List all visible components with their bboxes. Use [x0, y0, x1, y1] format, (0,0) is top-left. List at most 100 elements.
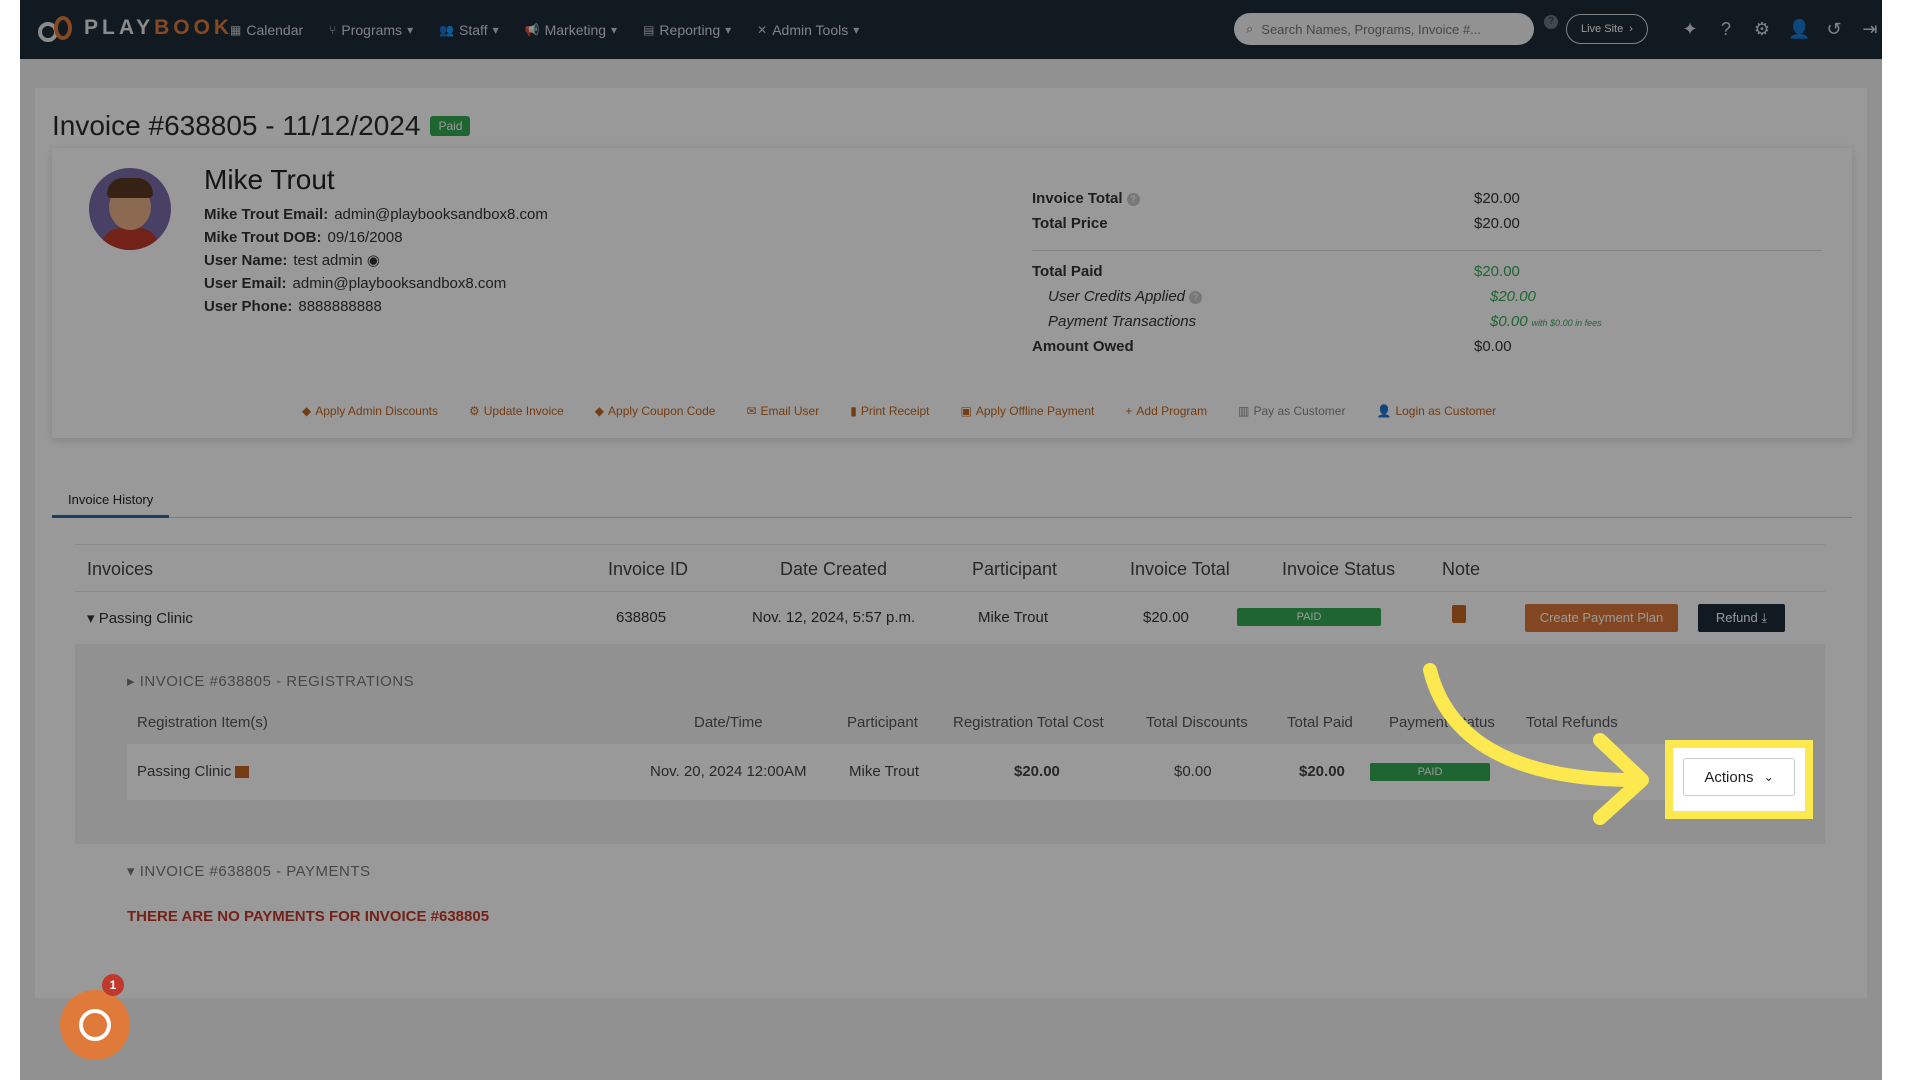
pay-as-customer-link[interactable]: ▥ Pay as Customer [1238, 404, 1345, 418]
tools-icon: ✕ [757, 22, 768, 37]
logo-text-play: PLAY [84, 16, 155, 39]
megaphone-icon: 📢 [524, 22, 540, 37]
detail-user-email: User Email: admin@playbooksandbox8.com [204, 275, 507, 292]
nav-marketing[interactable]: 📢 Marketing ▾ [525, 22, 617, 38]
refund-button[interactable]: Refund ⤓ [1698, 604, 1785, 632]
email-user-link[interactable]: ✉ Email User [746, 404, 819, 418]
calendar-icon: ▦ [230, 22, 242, 37]
chevron-down-icon: ⌄ [1763, 770, 1774, 784]
highlight-box: Actions ⌄ [1665, 740, 1813, 819]
col-date-time: Date/Time [694, 714, 763, 731]
detail-username: User Name: test admin ◉ [204, 252, 380, 269]
invoice-actions: ◆ Apply Admin Discounts ⚙ Update Invoice ◆… [302, 404, 1496, 418]
total-paid-row: Total Paid $20.00 [1032, 263, 1520, 280]
reg-discounts: $0.00 [1174, 763, 1212, 780]
chat-bubble-icon [79, 1009, 111, 1041]
apply-coupon-link[interactable]: ◆ Apply Coupon Code [595, 404, 716, 418]
col-date-created: Date Created [780, 559, 888, 579]
info-icon[interactable]: ? [1126, 192, 1140, 206]
chevron-down-icon: ▾ [611, 22, 618, 37]
invoice-table-header: Invoices Invoice ID Date Created Partici… [75, 544, 1825, 592]
live-site-button[interactable]: Live Site › [1566, 14, 1648, 44]
notification-badge: 1 [102, 974, 124, 996]
nav-admin-tools[interactable]: ✕ Admin Tools ▾ [757, 22, 859, 38]
col-invoice-status: Invoice Status [1282, 559, 1396, 579]
logo-text-book: BOOK [154, 16, 234, 39]
nav-reporting[interactable]: ▤ Reporting ▾ [643, 22, 731, 38]
credits-row: User Credits Applied? $20.00 [1048, 288, 1536, 305]
update-invoice-link[interactable]: ⚙ Update Invoice [469, 404, 564, 418]
registrations-toggle[interactable]: ▸ INVOICE #638805 - REGISTRATIONS [127, 672, 414, 690]
nav-calendar[interactable]: ▦ Calendar [230, 22, 303, 38]
gear-icon[interactable]: ⚙ [1752, 19, 1772, 40]
envelope-icon: ✉ [746, 404, 757, 418]
reg-item: Passing Clinic [137, 763, 250, 780]
top-navigation: PLAYBOOK ▦ Calendar ⑂ Programs ▾ 👥 Staff ▾ 📢 M… [20, 0, 1882, 59]
nav-programs[interactable]: ⑂ Programs ▾ [329, 22, 413, 38]
row-total: $20.00 [1143, 609, 1189, 626]
no-payments-message: THERE ARE NO PAYMENTS FOR INVOICE #63880… [127, 908, 490, 925]
chevron-down-icon: ▾ [725, 22, 732, 37]
reg-datetime: Nov. 20, 2024 12:00AM [650, 763, 807, 780]
tab-invoice-history[interactable]: Invoice History [52, 486, 170, 518]
row-date: Nov. 12, 2024, 5:57 p.m. [752, 609, 916, 626]
col-reg-participant: Participant [847, 714, 918, 731]
clipboard-icon[interactable] [1452, 605, 1466, 623]
add-program-link[interactable]: + Add Program [1125, 404, 1207, 418]
reg-participant: Mike Trout [849, 763, 920, 780]
login-as-customer-link[interactable]: 👤 Login as Customer [1376, 404, 1496, 418]
status-badge: Paid [430, 116, 471, 136]
page-title: Invoice #638805 - 11/12/2024 Paid [52, 110, 471, 142]
playbook-logo[interactable]: PLAYBOOK [36, 12, 233, 44]
chevron-down-icon: ▾ [853, 22, 860, 37]
col-note: Note [1442, 559, 1481, 579]
search-input[interactable] [1261, 21, 1512, 37]
chevron-right-icon: › [1629, 23, 1633, 35]
detail-phone: User Phone: 8888888888 [204, 298, 382, 315]
help-icon[interactable]: ? [1716, 19, 1736, 40]
col-total-paid: Total Paid [1287, 714, 1353, 731]
nav-icon-bar: ✦ ? ⚙ 👤 ↺ ⇥ [1680, 0, 1880, 59]
col-invoice-id: Invoice ID [608, 559, 689, 579]
add-user-icon[interactable]: 👤 [1788, 19, 1810, 40]
chat-launcher[interactable] [60, 990, 130, 1060]
announcement-icon[interactable]: ✦ [1680, 19, 1700, 40]
caret-right-icon: ▸ [127, 673, 136, 690]
row-toggle[interactable]: ▾ Passing Clinic [87, 609, 193, 627]
nav-staff[interactable]: 👥 Staff ▾ [439, 22, 499, 38]
list-icon[interactable] [235, 766, 250, 779]
user-name: Mike Trout [204, 164, 335, 195]
plus-icon: + [1125, 404, 1133, 418]
yellow-arrow-icon [1423, 663, 1649, 825]
payments-toggle[interactable]: ▾ INVOICE #638805 - PAYMENTS [127, 862, 371, 880]
totals-divider [1032, 250, 1822, 251]
user-details: Mike Trout Email: admin@playbooksandbox8.… [204, 203, 548, 318]
detail-dob: Mike Trout DOB: 09/16/2008 [204, 229, 403, 246]
report-icon: ▤ [643, 22, 655, 37]
gear-icon: ⚙ [468, 404, 480, 418]
col-reg-total-cost: Registration Total Cost [953, 714, 1104, 731]
print-receipt-link[interactable]: ▮ Print Receipt [850, 404, 929, 418]
apply-offline-payment-link[interactable]: ▣ Apply Offline Payment [961, 404, 1095, 418]
apply-admin-discounts-link[interactable]: ◆ Apply Admin Discounts [302, 404, 438, 418]
caret-down-icon: ▾ [127, 863, 136, 880]
search-help-icon[interactable]: ? [1544, 15, 1558, 29]
total-price-row: Total Price $20.00 [1032, 215, 1520, 232]
col-registration-items: Registration Item(s) [137, 714, 268, 731]
programs-icon: ⑂ [329, 22, 337, 37]
detail-email: Mike Trout Email: admin@playbooksandbox8.… [204, 206, 548, 223]
info-icon[interactable]: ? [1189, 290, 1202, 304]
user-profile-icon[interactable]: ◉ [367, 252, 380, 269]
table-row: ▾ Passing Clinic 638805 Nov. 12, 2024, 5… [75, 592, 1825, 644]
building-icon: ▥ [1238, 404, 1250, 418]
create-payment-plan-button[interactable]: Create Payment Plan [1525, 604, 1678, 632]
invoice-panel: Invoice #638805 - 11/12/2024 Paid Mike T… [35, 88, 1867, 998]
actions-dropdown-button[interactable]: Actions ⌄ [1683, 758, 1795, 796]
amount-owed-row: Amount Owed $0.00 [1032, 338, 1512, 355]
chevron-down-icon: ▾ [492, 22, 499, 37]
logout-icon[interactable]: ⇥ [1860, 19, 1880, 40]
user-card: Mike Trout Mike Trout Email: admin@playbo… [52, 148, 1852, 438]
invoice-totals: Invoice Total? $20.00 Total Price $20.00 T… [1032, 190, 1822, 363]
chevron-down-icon: ▾ [407, 22, 414, 37]
history-icon[interactable]: ↺ [1824, 19, 1844, 40]
